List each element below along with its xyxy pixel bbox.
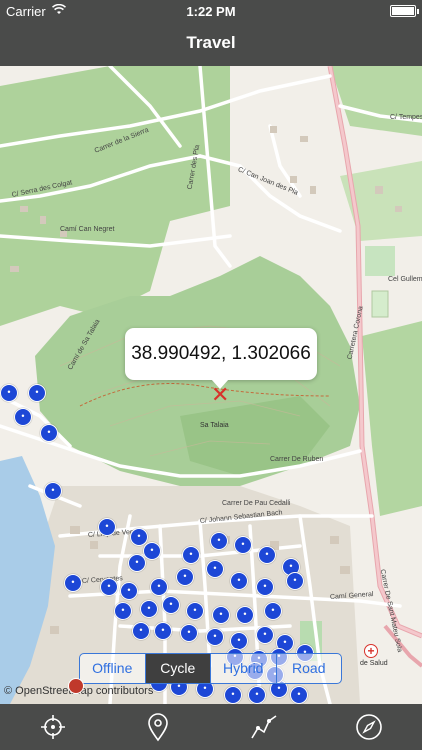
street-label: Carrer De Pau Cedalli [222, 500, 291, 507]
poi-marker[interactable]: • [28, 384, 46, 402]
battery-icon [390, 5, 419, 17]
poi-marker[interactable]: • [264, 602, 282, 620]
poi-marker[interactable]: • [286, 572, 304, 590]
map-mode-selector[interactable]: Offline Cycle Hybrid Road [79, 653, 342, 684]
map-mode-road[interactable]: Road [277, 654, 342, 683]
street-label: Camí Can Negret [60, 226, 115, 233]
poi-marker[interactable]: • [140, 600, 158, 618]
coordinates-callout: 38.990492, 1.302066 [125, 328, 317, 389]
bottom-toolbar [0, 704, 422, 750]
status-bar: Carrier 1:22 PM [0, 0, 422, 22]
poi-marker[interactable]: • [114, 602, 132, 620]
poi-marker[interactable]: • [248, 686, 266, 704]
poi-marker[interactable]: • [256, 626, 274, 644]
poi-marker[interactable]: • [128, 554, 146, 572]
poi-marker[interactable]: • [132, 622, 150, 640]
map-mode-offline[interactable]: Offline [80, 654, 146, 683]
poi-marker[interactable]: • [256, 578, 274, 596]
street-label: Carrer De Ruben [270, 456, 324, 463]
map-mode-cycle[interactable]: Cycle [145, 654, 211, 683]
navigation-bar: Carrier 1:22 PM Travel [0, 0, 422, 66]
poi-marker[interactable]: • [150, 578, 168, 596]
poi-marker[interactable]: • [206, 628, 224, 646]
clock: 1:22 PM [186, 4, 236, 19]
poi-marker[interactable]: • [162, 596, 180, 614]
poi-marker[interactable]: • [180, 624, 198, 642]
poi-marker[interactable]: • [100, 578, 118, 596]
poi-marker[interactable]: • [64, 574, 82, 592]
place-label: Sa Talaia [200, 422, 229, 429]
location-marker-icon: ✕ [211, 382, 230, 407]
poi-marker[interactable]: • [290, 686, 308, 704]
red-place-icon [68, 678, 84, 694]
street-label: Cel Gullem de Montgrí [388, 276, 422, 283]
poi-marker[interactable]: • [186, 602, 204, 620]
poi-marker[interactable]: • [176, 568, 194, 586]
hospital-icon: + [364, 644, 378, 658]
poi-marker[interactable]: • [182, 546, 200, 564]
poi-marker[interactable]: • [44, 482, 62, 500]
street-label: C/ Tempesta [390, 114, 422, 121]
poi-marker[interactable]: • [230, 572, 248, 590]
poi-marker[interactable]: • [234, 536, 252, 554]
poi-marker[interactable]: • [120, 582, 138, 600]
map-view[interactable]: 38.990492, 1.302066 ✕ Carrer de la Sierr… [0, 66, 422, 704]
map-mode-hybrid[interactable]: Hybrid [211, 654, 277, 683]
page-title: Travel [186, 33, 236, 52]
poi-marker[interactable]: • [210, 532, 228, 550]
poi-marker[interactable]: • [206, 560, 224, 578]
poi-marker[interactable]: • [14, 408, 32, 426]
poi-marker[interactable]: • [236, 606, 254, 624]
poi-marker[interactable]: • [212, 606, 230, 624]
locate-icon[interactable] [33, 707, 73, 747]
poi-marker[interactable]: • [40, 424, 58, 442]
compass-icon[interactable] [349, 707, 389, 747]
poi-marker[interactable]: • [224, 686, 242, 704]
poi-marker[interactable]: • [258, 546, 276, 564]
poi-marker[interactable]: • [0, 384, 18, 402]
hospital-label: de Salud [360, 660, 388, 667]
poi-marker[interactable]: • [154, 622, 172, 640]
poi-marker[interactable]: • [98, 518, 116, 536]
route-icon[interactable] [244, 707, 284, 747]
poi-marker[interactable]: • [143, 542, 161, 560]
pin-icon[interactable] [138, 707, 178, 747]
